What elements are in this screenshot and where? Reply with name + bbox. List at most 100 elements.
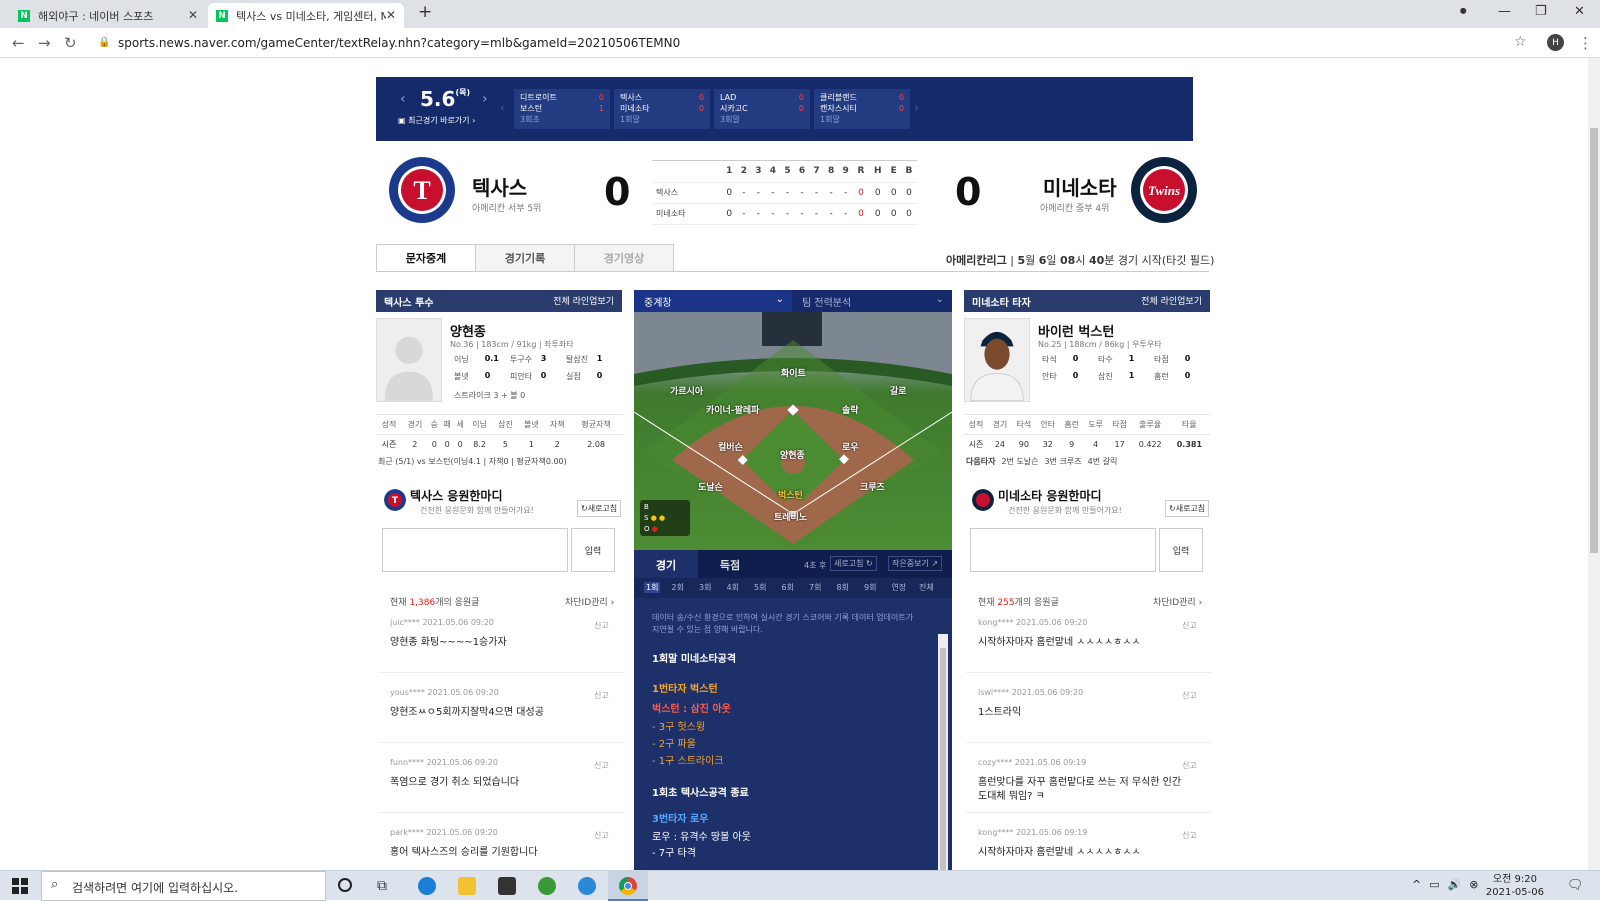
prev-games-icon[interactable]: ‹ <box>500 101 505 115</box>
minimize-button[interactable]: — <box>1498 4 1511 19</box>
line-score-row: 텍사스 0- - - - - - - -0 0 0 0 <box>652 182 917 204</box>
bookmark-star-icon[interactable]: ☆ <box>1514 34 1527 50</box>
chrome-taskbar-button[interactable] <box>608 871 648 901</box>
stat-value: 1 <box>1128 354 1135 363</box>
report-link[interactable]: 신고 <box>594 620 609 631</box>
xbox-icon[interactable] <box>538 877 556 895</box>
mini-game-card[interactable]: LAD 0 시카고C 0 3회말 <box>714 89 810 129</box>
refresh-button[interactable]: 새로고침 ↻ <box>830 556 877 571</box>
reload-icon[interactable]: ↻ <box>64 34 77 52</box>
tab-game-record[interactable]: 경기기록 <box>475 244 575 272</box>
season-cell: 시즌 <box>376 434 402 454</box>
comment-user: cozy**** <box>978 758 1013 767</box>
close-tab-icon[interactable]: ✕ <box>386 8 396 22</box>
block-id-link[interactable]: 차단ID관리 › <box>565 595 614 608</box>
tab-text-relay[interactable]: 문자중계 <box>376 244 476 272</box>
inning-tab[interactable]: 7회 <box>809 582 821 593</box>
inning-tab[interactable]: 6회 <box>782 582 794 593</box>
report-link[interactable]: 신고 <box>594 690 609 701</box>
url-field[interactable]: sports.news.naver.com/gameCenter/textRel… <box>118 36 680 50</box>
mail-icon[interactable] <box>498 877 516 895</box>
mini-away: 디트로이트 0 <box>520 92 604 103</box>
block-id-link[interactable]: 차단ID관리 › <box>1153 595 1202 608</box>
stat-value: 0 <box>1072 354 1079 363</box>
browser-tab-1[interactable]: N 해외야구 : 네이버 스포츠 ✕ <box>10 3 206 28</box>
close-tab-icon[interactable]: ✕ <box>188 8 198 22</box>
inning-tab[interactable]: 1회 <box>644 582 661 593</box>
report-link[interactable]: 신고 <box>1182 760 1197 771</box>
report-link[interactable]: 신고 <box>594 830 609 841</box>
stat-label: 볼넷 <box>454 372 469 381</box>
season-cell: 24 <box>987 434 1012 454</box>
inning-tab[interactable]: 8회 <box>837 582 849 593</box>
team-analysis-select[interactable]: 팀 전력분석 ⌄ <box>792 290 952 312</box>
inning-tab[interactable]: 3회 <box>699 582 711 593</box>
game-info: 아메리칸리그 | 5월 6일 08시 40분 경기 시작(타깃 필드) <box>946 254 1215 267</box>
edge-icon[interactable] <box>418 877 436 895</box>
relay-view-select[interactable]: 중계창 ⌄ <box>634 290 792 312</box>
new-tab-button[interactable]: + <box>418 2 432 22</box>
mini-game-card[interactable]: 텍사스 0 미네소타 0 1회말 <box>614 89 710 129</box>
season-header-cell: 성적 <box>964 414 988 435</box>
page-scrollbar[interactable] <box>1588 58 1600 870</box>
next-date-icon[interactable]: › <box>482 91 488 107</box>
back-icon[interactable]: ← <box>12 34 25 52</box>
tab-game[interactable]: 경기 <box>634 550 698 578</box>
cheer-input-textarea[interactable] <box>970 528 1156 572</box>
cheer-submit-button[interactable]: 입력 <box>571 528 615 572</box>
cheer-submit-button[interactable]: 입력 <box>1159 528 1203 572</box>
relay-line: - 2구 파울 <box>652 739 696 750</box>
cortana-icon[interactable] <box>338 878 352 892</box>
season-cell: 0.381 <box>1168 434 1210 454</box>
mini-game-card[interactable]: 디트로이트 0 보스턴 1 3회초 <box>514 89 610 129</box>
taskbar-search-input[interactable]: ⌕ 검색하려면 여기에 입력하십시오. <box>41 871 326 901</box>
mini-away-score: 0 <box>898 93 904 102</box>
tab-scoring[interactable]: 득점 <box>698 550 762 578</box>
start-button-icon[interactable] <box>12 878 28 894</box>
tray-icons[interactable]: ^▭🔊⊗ <box>1412 878 1487 891</box>
report-link[interactable]: 신고 <box>594 760 609 771</box>
forward-icon[interactable]: → <box>38 34 51 52</box>
inning-tab[interactable]: 연장 <box>892 582 907 593</box>
line-score-cell: 0 <box>900 203 917 225</box>
file-explorer-icon[interactable] <box>458 877 476 895</box>
batter-lineup-link[interactable]: 전체 라인업보기 <box>1141 294 1202 307</box>
inning-tab[interactable]: 4회 <box>727 582 739 593</box>
inning-tab[interactable]: 5회 <box>754 582 766 593</box>
task-view-icon[interactable]: ⧉ <box>377 878 387 894</box>
restore-button[interactable]: ❐ <box>1535 4 1547 19</box>
cheer-title: 미네소타 응원한마디 <box>998 489 1102 503</box>
browser-tab-2[interactable]: N 텍사스 vs 미네소타, 게임센터, M ✕ <box>208 3 404 28</box>
small-view-button[interactable]: 작은중보기 ↗ <box>888 556 943 571</box>
season-cell: 2 <box>401 434 428 454</box>
profile-avatar[interactable]: H <box>1547 34 1564 51</box>
notification-icon[interactable]: 🗨 <box>1567 878 1584 893</box>
taskbar-clock[interactable]: 오전 9:20 2021-05-06 <box>1486 873 1544 899</box>
comment-user: kong**** <box>978 828 1014 837</box>
pitcher-lineup-link[interactable]: 전체 라인업보기 <box>553 294 614 307</box>
relay-scrollbar[interactable] <box>938 634 948 870</box>
menu-icon[interactable]: ⋮ <box>1578 34 1593 52</box>
prev-date-icon[interactable]: ‹ <box>400 91 406 107</box>
season-cell: 2.08 <box>570 434 622 454</box>
report-link[interactable]: 신고 <box>1182 690 1197 701</box>
mini-game-card[interactable]: 클리블랜드 0 캔자스시티 0 1회말 <box>814 89 910 129</box>
report-link[interactable]: 신고 <box>1182 620 1197 631</box>
line-score-cell: - <box>751 203 766 225</box>
inning-tab[interactable]: 2회 <box>672 582 684 593</box>
scrollbar-thumb[interactable] <box>1590 128 1598 553</box>
recent-games-link[interactable]: ▣ 최근경기 바로가기 › <box>398 115 475 126</box>
tab-game-video[interactable]: 경기영상 <box>574 244 674 272</box>
internet-explorer-icon[interactable] <box>578 877 596 895</box>
media-control-icon[interactable]: ⏺ <box>1460 4 1467 19</box>
season-header: 성적 경기 승 패 세 이닝 삼진 볼넷 자책 평균자책 <box>376 414 622 435</box>
inning-tab[interactable]: 전체 <box>919 582 934 593</box>
next-games-icon[interactable]: › <box>914 101 919 115</box>
season-cell: 32 <box>1035 434 1060 454</box>
cheer-refresh-button[interactable]: ↻새로고침 <box>1165 500 1210 517</box>
close-window-button[interactable]: ✕ <box>1574 4 1585 19</box>
cheer-input-textarea[interactable] <box>382 528 568 572</box>
cheer-refresh-button[interactable]: ↻새로고침 <box>577 500 622 517</box>
inning-tab[interactable]: 9회 <box>864 582 876 593</box>
report-link[interactable]: 신고 <box>1182 830 1197 841</box>
